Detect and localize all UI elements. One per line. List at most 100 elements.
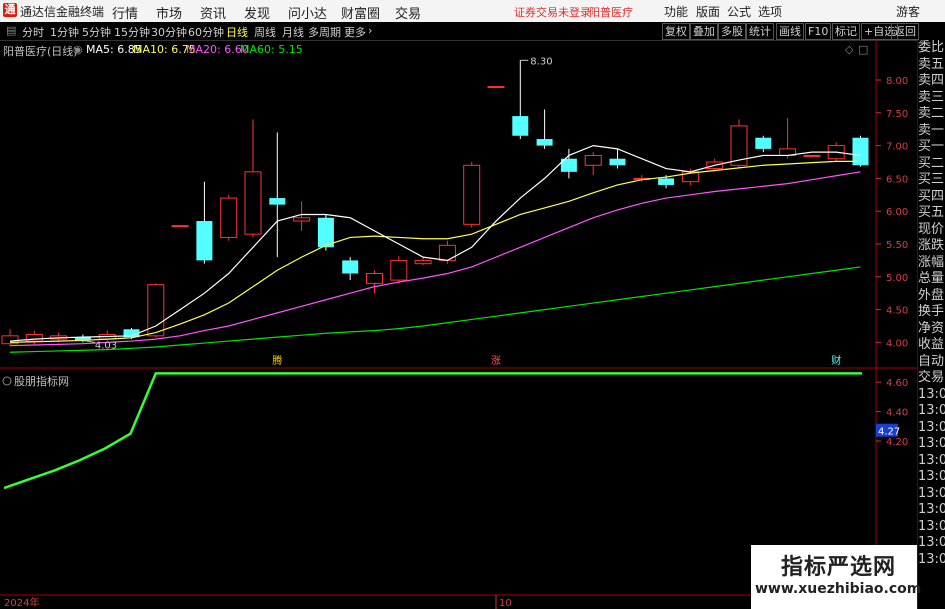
menu-market[interactable]: 行情 bbox=[112, 3, 138, 22]
menu-trade[interactable]: 交易 bbox=[395, 3, 421, 22]
watermark-title: 指标严选网 bbox=[781, 555, 897, 580]
candle-body bbox=[609, 158, 626, 166]
draw-button[interactable]: 画线 bbox=[776, 23, 804, 40]
price-tick-label: 7.00 bbox=[886, 142, 908, 153]
price-tick-label: 5.50 bbox=[886, 240, 908, 251]
overlay-button[interactable]: 叠加 bbox=[690, 23, 718, 40]
quote-time: 13:05 bbox=[918, 535, 945, 550]
quote-label: 涨幅 bbox=[918, 254, 945, 270]
quote-time: 13:05 bbox=[918, 551, 945, 567]
price-tick-label: 5.00 bbox=[886, 273, 908, 284]
candle-body bbox=[755, 137, 772, 149]
kline-chart[interactable]: 8.00 7.50 7.00 6.50 6.00 5.50 5.00 4.50 4.00 4.60… bbox=[0, 40, 917, 609]
quote-label: 卖五 bbox=[918, 56, 945, 72]
tab-5min[interactable]: 5分钟 bbox=[82, 24, 111, 40]
quote-label: 卖一 bbox=[918, 122, 945, 138]
quote-panel: 委比 卖五 卖四 卖三 卖二 卖一 买一 买二 买三 买四 买五 现价 涨跌 涨… bbox=[917, 40, 945, 609]
candle-body bbox=[438, 244, 456, 261]
high-label: 8.30 bbox=[530, 56, 552, 67]
tab-15min[interactable]: 15分钟 bbox=[114, 24, 150, 40]
quote-time: 13:05 bbox=[918, 436, 945, 451]
quote-time: 13:05 bbox=[918, 419, 945, 435]
tab-1min[interactable]: 1分钟 bbox=[50, 24, 79, 40]
ma60-line bbox=[9, 266, 861, 353]
price-tick-label: 4.00 bbox=[886, 338, 908, 349]
price-tick-label: 6.00 bbox=[886, 207, 908, 218]
quote-label: 自动 bbox=[918, 353, 945, 369]
watermark-url: www.xuezhibiao.com bbox=[755, 581, 922, 597]
quote-time: 13:05 bbox=[918, 386, 945, 402]
chevron-right-icon[interactable]: › bbox=[368, 24, 372, 37]
low-label: 4.03 bbox=[95, 340, 117, 351]
mark-button[interactable]: 标记 bbox=[832, 23, 860, 40]
quote-label: 现价 bbox=[918, 221, 945, 237]
candle-body bbox=[584, 154, 602, 166]
candle-body bbox=[658, 178, 675, 185]
time-label: 10 bbox=[499, 598, 512, 609]
quote-label: 卖三 bbox=[918, 89, 945, 105]
stock-name-title: 阳普医疗 bbox=[589, 6, 633, 19]
candle-body bbox=[487, 86, 505, 89]
formula-button[interactable]: 公式 bbox=[727, 3, 751, 20]
candle-body bbox=[536, 139, 553, 146]
f10-button[interactable]: F10 bbox=[805, 23, 832, 40]
multi-stock-button[interactable]: 多股 bbox=[718, 23, 746, 40]
tab-more[interactable]: 更多 bbox=[344, 24, 366, 40]
period-toolbar: ▤ 分时 1分钟 5分钟 15分钟 30分钟 60分钟 日线 周线 月线 多周期… bbox=[0, 22, 945, 41]
layout-button[interactable]: 版面 bbox=[696, 3, 720, 20]
back-button[interactable]: 返回 bbox=[891, 23, 919, 40]
quote-label: 换手 bbox=[918, 304, 945, 319]
quote-time: 13:05 bbox=[918, 469, 945, 484]
quote-label: 净资 bbox=[918, 320, 945, 336]
quote-label: 买五 bbox=[918, 205, 945, 220]
quote-label: 买二 bbox=[918, 155, 945, 171]
tab-multi-period[interactable]: 多周期 bbox=[308, 24, 341, 40]
candle-body bbox=[342, 260, 359, 274]
candle-body bbox=[366, 273, 383, 284]
candle-body bbox=[244, 171, 262, 235]
event-marker: 财 bbox=[831, 354, 841, 367]
quote-label: 买一 bbox=[918, 139, 945, 154]
candle-body bbox=[390, 259, 408, 281]
quote-label: 总量 bbox=[918, 271, 945, 286]
login-warning[interactable]: 证券交易未登录 bbox=[514, 4, 591, 20]
tab-weekly[interactable]: 周线 bbox=[254, 24, 276, 40]
guest-button[interactable]: 游客 bbox=[896, 3, 920, 20]
menu-news[interactable]: 资讯 bbox=[200, 3, 226, 22]
tab-30min[interactable]: 30分钟 bbox=[151, 24, 187, 40]
menu-discover[interactable]: 发现 bbox=[244, 3, 270, 22]
menu-wealth[interactable]: 财富圈 bbox=[341, 3, 380, 22]
quote-label: 外盘 bbox=[918, 287, 945, 303]
title-bar: 通 通达信金融终端 行情 市场 资讯 发现 问小达 财富圈 交易 证券交易未登录… bbox=[0, 0, 945, 22]
menu-exchange[interactable]: 市场 bbox=[156, 3, 182, 22]
tab-monthly[interactable]: 月线 bbox=[282, 24, 304, 40]
app-logo-icon: 通 bbox=[3, 3, 17, 17]
menu-ask[interactable]: 问小达 bbox=[288, 3, 327, 22]
candle-body bbox=[196, 221, 213, 261]
price-tick-label: 4.50 bbox=[886, 306, 908, 317]
watermark-banner: 指标严选网 www.xuezhibiao.com bbox=[751, 545, 921, 609]
quote-label: 委比 bbox=[918, 40, 945, 55]
quote-label: 收益 bbox=[918, 337, 945, 352]
ma10-line bbox=[9, 160, 861, 343]
quote-label: 买四 bbox=[918, 188, 945, 204]
candle-body bbox=[171, 225, 189, 228]
ind-tick-label: 4.40 bbox=[886, 408, 908, 419]
indicator-settings-icon bbox=[2, 376, 12, 386]
quote-label: 买三 bbox=[918, 172, 945, 187]
candle-body bbox=[512, 116, 529, 136]
tab-60min[interactable]: 60分钟 bbox=[188, 24, 224, 40]
indicator-line bbox=[3, 372, 862, 490]
quote-time: 13:05 bbox=[918, 485, 945, 501]
ind-tick-label: 4.20 bbox=[886, 437, 908, 448]
function-button[interactable]: 功能 bbox=[664, 3, 688, 20]
candle-body bbox=[463, 164, 481, 225]
candle-body bbox=[293, 217, 311, 222]
list-icon[interactable]: ▤ bbox=[6, 24, 16, 37]
tab-daily[interactable]: 日线 bbox=[226, 24, 248, 40]
adjust-button[interactable]: 复权 bbox=[662, 23, 690, 40]
statistics-button[interactable]: 统计 bbox=[746, 23, 774, 40]
indicator-title: 股朋指标网 bbox=[14, 374, 69, 388]
options-button[interactable]: 选项 bbox=[758, 3, 782, 20]
tab-timeshare[interactable]: 分时 bbox=[22, 24, 44, 40]
